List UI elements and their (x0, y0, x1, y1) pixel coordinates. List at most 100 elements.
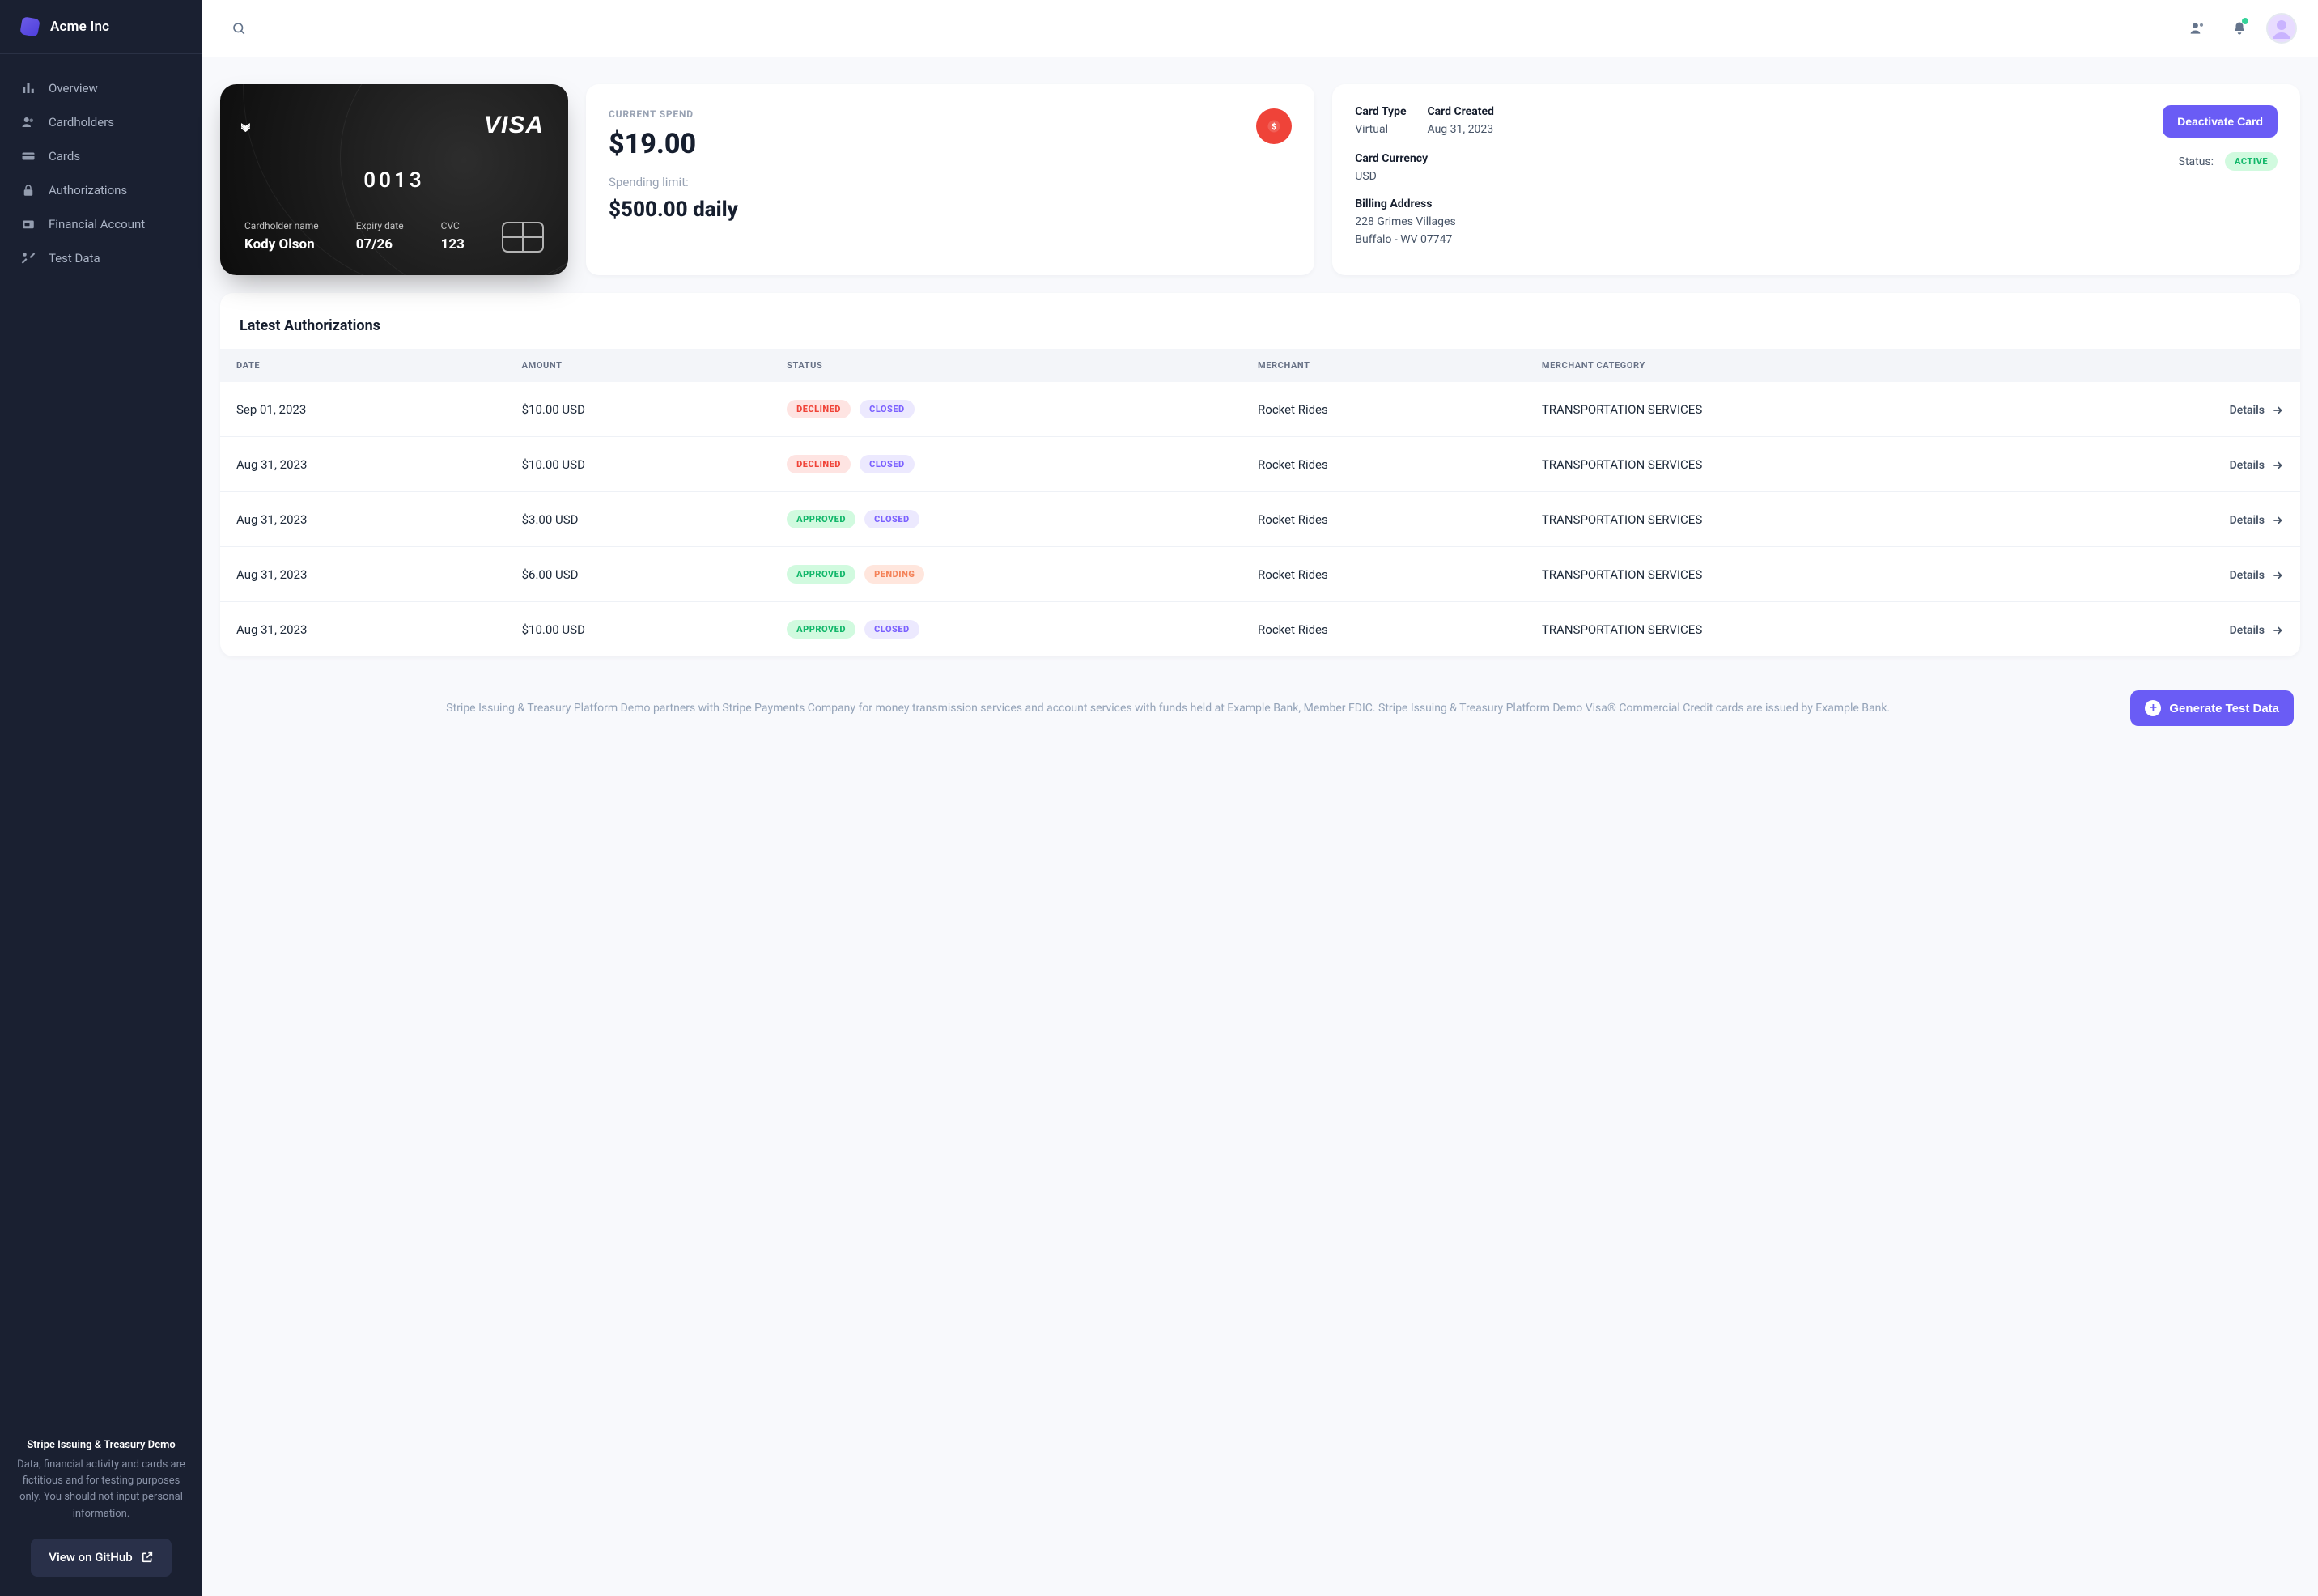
sidebar-item-label: Test Data (49, 251, 100, 265)
arrow-right-icon (2271, 624, 2284, 637)
cell-date: Sep 01, 2023 (220, 382, 506, 437)
deactivate-card-button[interactable]: Deactivate Card (2163, 105, 2278, 138)
cardholder-value: Kody Olson (244, 236, 319, 253)
table-row: Aug 31, 2023$10.00 USDAPPROVED CLOSEDRoc… (220, 602, 2300, 657)
users-icon (21, 115, 36, 129)
billing-address-line2: Buffalo - WV 07747 (1355, 233, 1455, 246)
sidebar: Acme Inc Overview Cardholders Cards Auth… (0, 0, 202, 1596)
sidebar-footer-body: Data, financial activity and cards are f… (15, 1457, 188, 1522)
svg-text:$: $ (1272, 121, 1276, 132)
brand[interactable]: Acme Inc (0, 0, 202, 54)
cell-merchant: Rocket Rides (1242, 492, 1526, 547)
cvc-field: CVC 123 (441, 220, 465, 253)
current-spend-amount: $19.00 (609, 128, 1292, 160)
cell-category: TRANSPORTATION SERVICES (1526, 492, 2060, 547)
brand-logo-icon (19, 16, 40, 36)
details-link[interactable]: Details (2076, 404, 2284, 417)
card-meta-panel: Card Type Virtual Card Created Aug 31, 2… (1332, 84, 2300, 275)
card-currency-key: Card Currency (1355, 152, 1428, 165)
cell-amount: $10.00 USD (506, 382, 771, 437)
status-badge: APPROVED (787, 620, 855, 639)
cell-category: TRANSPORTATION SERVICES (1526, 382, 2060, 437)
cell-category: TRANSPORTATION SERVICES (1526, 602, 2060, 657)
status-key: Status: (2179, 155, 2214, 168)
cell-amount: $10.00 USD (506, 437, 771, 492)
state-badge: CLOSED (864, 510, 919, 528)
state-badge: CLOSED (864, 620, 919, 639)
details-link[interactable]: Details (2076, 459, 2284, 472)
details-link[interactable]: Details (2076, 514, 2284, 527)
expiry-value: 07/26 (356, 236, 404, 253)
cell-merchant: Rocket Rides (1242, 382, 1526, 437)
view-on-github-button[interactable]: View on GitHub (31, 1539, 171, 1577)
search-button[interactable] (225, 15, 253, 42)
external-link-icon (141, 1551, 154, 1564)
authorizations-table: DATE AMOUNT STATUS MERCHANT MERCHANT CAT… (220, 349, 2300, 656)
arrow-right-icon (2271, 459, 2284, 472)
plus-circle-icon: + (2145, 700, 2161, 716)
cell-category: TRANSPORTATION SERVICES (1526, 547, 2060, 602)
cell-category: TRANSPORTATION SERVICES (1526, 437, 2060, 492)
sidebar-item-authorizations[interactable]: Authorizations (0, 174, 202, 206)
status-badge: ACTIVE (2225, 152, 2278, 171)
lock-icon (21, 183, 36, 197)
current-spend-label: CURRENT SPEND (609, 108, 1292, 120)
card-created-key: Card Created (1428, 105, 1494, 118)
card-currency-value: USD (1355, 170, 1428, 183)
cell-amount: $10.00 USD (506, 602, 771, 657)
sidebar-item-label: Authorizations (49, 183, 127, 197)
content: ››› VISA 0013 Cardholder name Kody Olson… (202, 57, 2318, 1596)
wallet-icon (21, 217, 36, 231)
billing-address-line1: 228 Grimes Villages (1355, 215, 1455, 228)
topbar (202, 0, 2318, 57)
notification-dot-icon (2242, 18, 2248, 24)
col-merchant: MERCHANT (1242, 349, 1526, 382)
details-link[interactable]: Details (2076, 624, 2284, 637)
footer-bar: Stripe Issuing & Treasury Platform Demo … (220, 674, 2300, 731)
contactless-icon: ››› (234, 122, 261, 128)
cell-merchant: Rocket Rides (1242, 437, 1526, 492)
sidebar-item-cards[interactable]: Cards (0, 140, 202, 172)
table-row: Aug 31, 2023$3.00 USDAPPROVED CLOSEDRock… (220, 492, 2300, 547)
user-avatar[interactable] (2268, 15, 2295, 42)
card-created-value: Aug 31, 2023 (1428, 123, 1494, 136)
table-row: Aug 31, 2023$10.00 USD DECLINED CLOSED Roc… (220, 437, 2300, 492)
state-badge: CLOSED (860, 455, 915, 473)
status-badge: DECLINED (787, 455, 851, 473)
arrow-right-icon (2271, 404, 2284, 417)
people-button[interactable] (2184, 15, 2211, 42)
billing-address-key: Billing Address (1355, 197, 1455, 210)
card-type-key: Card Type (1355, 105, 1406, 118)
sidebar-footer: Stripe Issuing & Treasury Demo Data, fin… (0, 1416, 202, 1596)
sidebar-item-label: Cards (49, 149, 80, 163)
card-last4: 0013 (244, 168, 544, 193)
sidebar-item-label: Cardholders (49, 115, 114, 129)
sidebar-item-cardholders[interactable]: Cardholders (0, 106, 202, 138)
sidebar-item-overview[interactable]: Overview (0, 72, 202, 104)
col-date: DATE (220, 349, 506, 382)
sidebar-item-test-data[interactable]: Test Data (0, 242, 202, 274)
sidebar-item-label: Financial Account (49, 217, 145, 231)
dollar-icon: $ (1256, 108, 1292, 144)
authorizations-title: Latest Authorizations (220, 312, 2300, 349)
state-badge: PENDING (864, 565, 924, 584)
spending-limit-value: $500.00 daily (609, 197, 1292, 222)
cardholder-field: Cardholder name Kody Olson (244, 220, 319, 253)
cell-merchant: Rocket Rides (1242, 547, 1526, 602)
cardholder-label: Cardholder name (244, 220, 319, 231)
arrow-right-icon (2271, 569, 2284, 582)
avatar-icon (2268, 15, 2295, 42)
sidebar-item-financial-account[interactable]: Financial Account (0, 208, 202, 240)
current-spend-panel: $ CURRENT SPEND $19.00 Spending limit: $… (586, 84, 1314, 275)
tools-icon (21, 251, 36, 265)
generate-button-label: Generate Test Data (2169, 702, 2279, 715)
table-row: Sep 01, 2023$10.00 USDDECLINED CLOSEDRoc… (220, 382, 2300, 437)
details-link[interactable]: Details (2076, 569, 2284, 582)
card-visual: ››› VISA 0013 Cardholder name Kody Olson… (220, 84, 568, 275)
chip-icon (502, 222, 544, 253)
cell-date: Aug 31, 2023 (220, 437, 506, 492)
status-badge: APPROVED (787, 510, 855, 528)
generate-test-data-button[interactable]: + Generate Test Data (2130, 690, 2294, 726)
cell-merchant: Rocket Rides (1242, 602, 1526, 657)
notifications-button[interactable] (2226, 15, 2253, 42)
